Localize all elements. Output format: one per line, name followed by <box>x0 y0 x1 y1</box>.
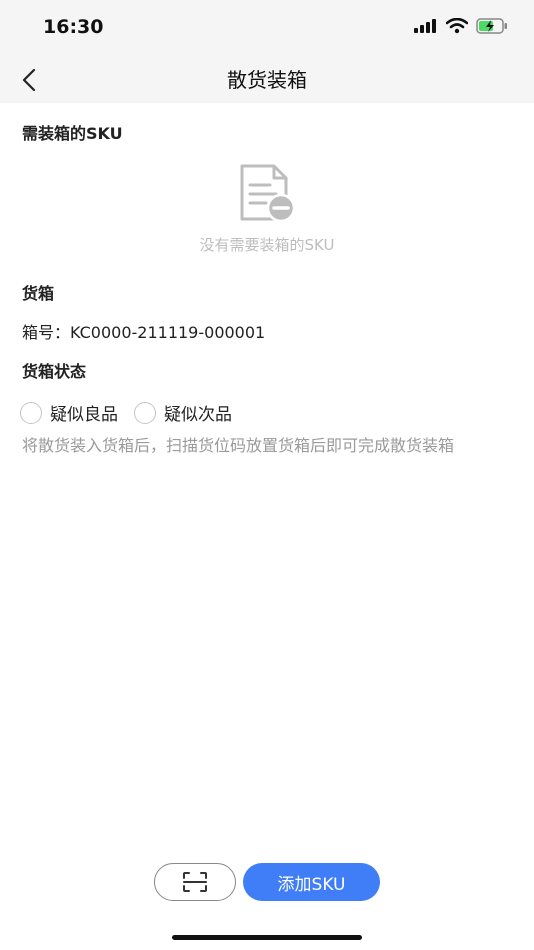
signal-icon <box>414 19 436 33</box>
add-sku-button[interactable]: 添加SKU <box>243 863 380 901</box>
scan-icon <box>183 872 207 892</box>
page-title: 散货装箱 <box>227 68 307 92</box>
scan-button[interactable] <box>154 863 236 901</box>
home-indicator <box>172 935 362 940</box>
top-area: 16:30 散货装箱 <box>0 0 534 103</box>
box-number: 箱号：KC0000-211119-000001 <box>22 323 266 342</box>
battery-charging-icon <box>476 18 507 34</box>
status-time: 16:30 <box>43 16 104 38</box>
radio-label: 疑似良品 <box>50 405 118 425</box>
radio-circle[interactable] <box>134 401 156 424</box>
box-section-title: 货箱 <box>22 284 55 303</box>
radio-suspected-good[interactable]: 疑似良品 <box>20 400 118 425</box>
sku-section-title: 需装箱的SKU <box>22 124 123 143</box>
document-minus-icon <box>234 163 298 225</box>
radio-suspected-defective[interactable]: 疑似次品 <box>134 400 232 425</box>
box-status-radio-group: 疑似良品 疑似次品 <box>20 400 248 425</box>
radio-label: 疑似次品 <box>164 405 232 425</box>
box-status-title: 货箱状态 <box>22 362 87 381</box>
radio-circle[interactable] <box>20 401 42 424</box>
status-bar: 16:30 <box>0 0 534 56</box>
nav-bar: 散货装箱 <box>0 56 534 103</box>
status-icons <box>414 18 508 34</box>
hint-text: 将散货装入货箱后，扫描货位码放置货箱后即可完成散货装箱 <box>22 436 455 455</box>
empty-state-text: 没有需要装箱的SKU <box>199 236 335 254</box>
wifi-icon <box>446 18 468 34</box>
